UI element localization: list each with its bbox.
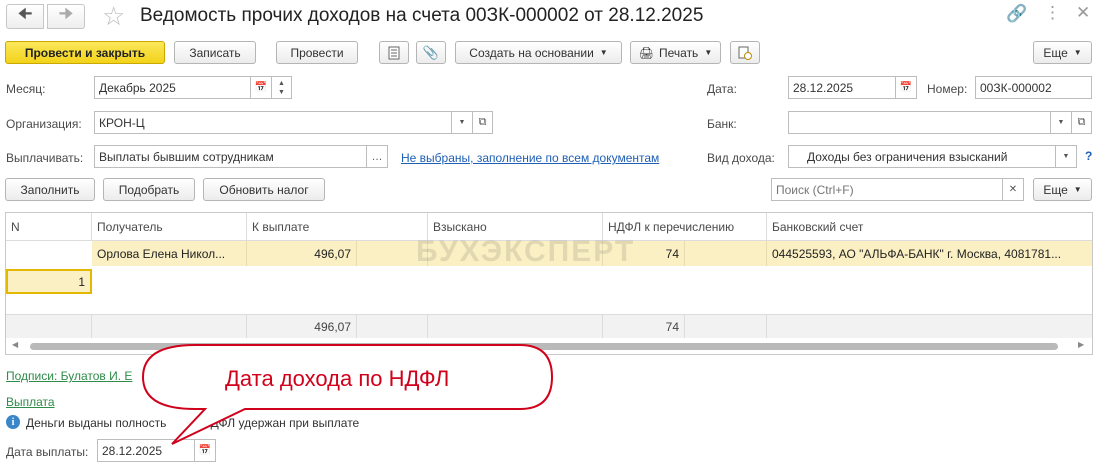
callout-bubble xyxy=(141,344,554,445)
callout-text: Дата дохода по НДФЛ xyxy=(225,366,450,391)
